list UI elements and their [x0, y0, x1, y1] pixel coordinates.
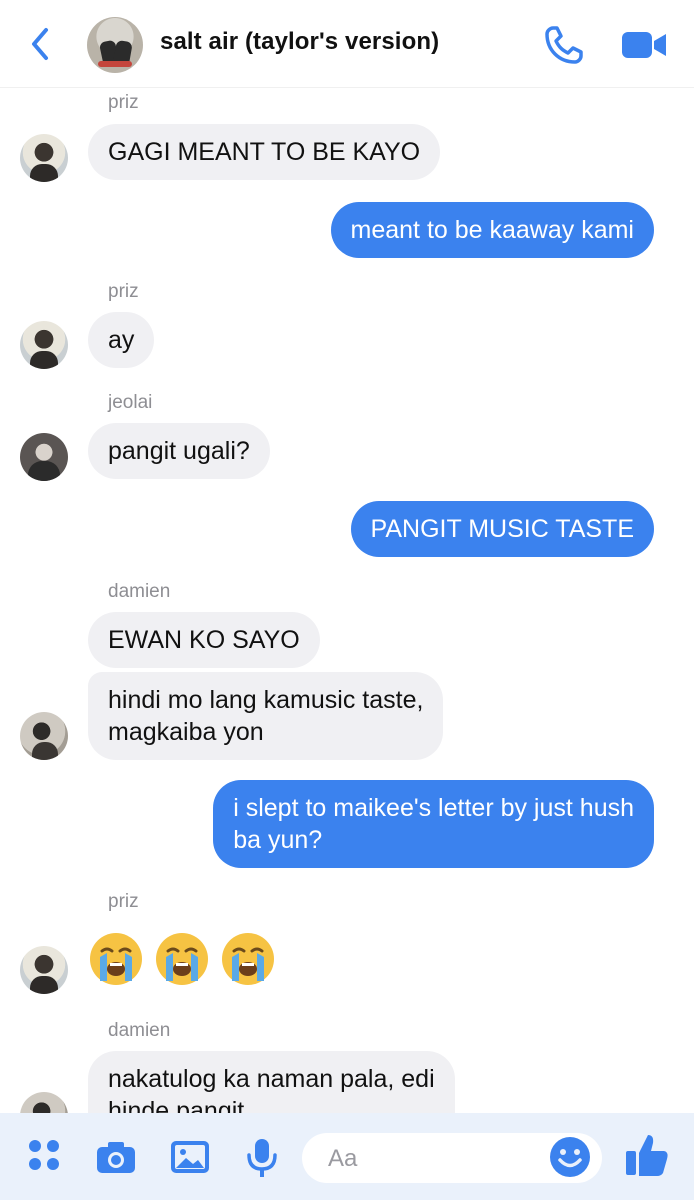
sender-label: damien: [108, 1020, 171, 1041]
sender-label: jeolai: [108, 392, 153, 413]
message-bubble[interactable]: i slept to maikee's letter by just hush …: [213, 780, 654, 868]
avatar-jeolai[interactable]: [20, 433, 68, 481]
message-line: magkaiba yon: [108, 718, 264, 746]
phone-icon[interactable]: [543, 24, 585, 66]
sender-label: priz: [108, 92, 139, 113]
message-bubble[interactable]: ay: [88, 312, 155, 368]
message-bubble[interactable]: meant to be kaaway kami: [330, 202, 654, 258]
chat-title[interactable]: salt air (taylor's version): [160, 28, 439, 56]
sender-label: priz: [108, 891, 139, 912]
avatar-priz[interactable]: [20, 134, 68, 182]
avatar-priz[interactable]: [20, 946, 68, 994]
apps-grid-icon[interactable]: [24, 1135, 68, 1179]
message-input-placeholder: Aa: [328, 1145, 358, 1172]
avatar-damien[interactable]: [20, 712, 68, 760]
group-avatar[interactable]: [87, 17, 143, 73]
message-bubble[interactable]: pangit ugali?: [88, 423, 270, 479]
avatar-priz[interactable]: [20, 321, 68, 369]
message-bubble[interactable]: EWAN KO SAYO: [88, 612, 320, 668]
message-bubble[interactable]: nakatulog ka naman pala, edi hinde pangi…: [88, 1051, 455, 1113]
message-bubble[interactable]: GAGI MEANT TO BE KAYO: [88, 124, 441, 180]
chat-header: salt air (taylor's version): [0, 0, 694, 88]
sender-label: damien: [108, 581, 171, 602]
camera-icon[interactable]: [94, 1135, 138, 1179]
sender-label: priz: [108, 281, 139, 302]
message-line: ba yun?: [233, 826, 323, 854]
emoji-message[interactable]: [88, 931, 276, 987]
message-bubble[interactable]: PANGIT MUSIC TASTE: [350, 501, 654, 557]
message-bubble[interactable]: hindi mo lang kamusic taste, magkaiba yo…: [88, 672, 444, 760]
chevron-left-icon[interactable]: [26, 24, 56, 64]
microphone-icon[interactable]: [240, 1135, 284, 1179]
avatar-damien[interactable]: [20, 1092, 68, 1113]
message-list[interactable]: priz GAGI MEANT TO BE KAYO meant to be k…: [0, 88, 694, 1113]
loudly-crying-face-icon: [156, 933, 208, 985]
emoji-icon[interactable]: [548, 1135, 592, 1179]
thumbs-up-icon[interactable]: [624, 1131, 670, 1179]
composer-bar: Aa: [0, 1113, 694, 1200]
video-camera-icon[interactable]: [620, 26, 668, 64]
message-line: nakatulog ka naman pala, edi: [108, 1065, 435, 1093]
loudly-crying-face-icon: [90, 933, 142, 985]
message-line: i slept to maikee's letter by just hush: [233, 794, 634, 822]
message-line: hinde pangit: [108, 1097, 245, 1113]
loudly-crying-face-icon: [222, 933, 274, 985]
photo-icon[interactable]: [168, 1135, 212, 1179]
message-line: hindi mo lang kamusic taste,: [108, 686, 424, 714]
